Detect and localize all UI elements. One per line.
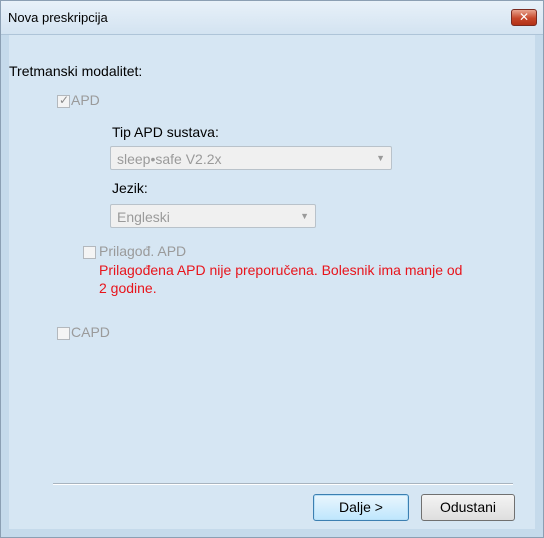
capd-checkbox[interactable] <box>57 327 70 340</box>
dialog-content: Tretmanski modalitet: ✓ APD Tip APD sust… <box>9 35 535 529</box>
close-button[interactable]: ✕ <box>511 9 537 26</box>
treatment-modality-label: Tretmanski modalitet: <box>9 63 143 79</box>
apd-system-value: sleep•safe V2.2x <box>117 151 222 167</box>
title-bar[interactable]: Nova preskripcija ✕ <box>1 1 543 35</box>
separator <box>53 483 513 485</box>
custom-apd-checkbox[interactable] <box>83 246 96 259</box>
next-button[interactable]: Dalje > <box>313 494 409 521</box>
custom-apd-label: Prilagođ. APD <box>99 243 187 259</box>
chevron-down-icon: ▼ <box>376 153 385 163</box>
language-select[interactable]: Engleski ▼ <box>110 204 316 228</box>
chevron-down-icon: ▼ <box>300 211 309 221</box>
apd-checkbox[interactable]: ✓ <box>57 93 70 108</box>
warning-line-1: Prilagođena APD nije preporučena. Bolesn… <box>99 262 463 278</box>
window-title: Nova preskripcija <box>8 10 108 25</box>
language-label: Jezik: <box>112 180 148 196</box>
apd-label: APD <box>71 92 100 108</box>
dialog-window: Nova preskripcija ✕ Tretmanski modalitet… <box>0 0 544 538</box>
apd-system-select[interactable]: sleep•safe V2.2x ▼ <box>110 146 392 170</box>
close-icon: ✕ <box>518 10 530 24</box>
warning-line-2: 2 godine. <box>99 280 157 296</box>
apd-system-label: Tip APD sustava: <box>112 124 219 140</box>
custom-apd-warning: Prilagođena APD nije preporučena. Bolesn… <box>99 261 539 297</box>
cancel-button[interactable]: Odustani <box>421 494 515 521</box>
capd-label: CAPD <box>71 324 110 340</box>
check-icon: ✓ <box>59 93 70 107</box>
language-value: Engleski <box>117 209 170 225</box>
